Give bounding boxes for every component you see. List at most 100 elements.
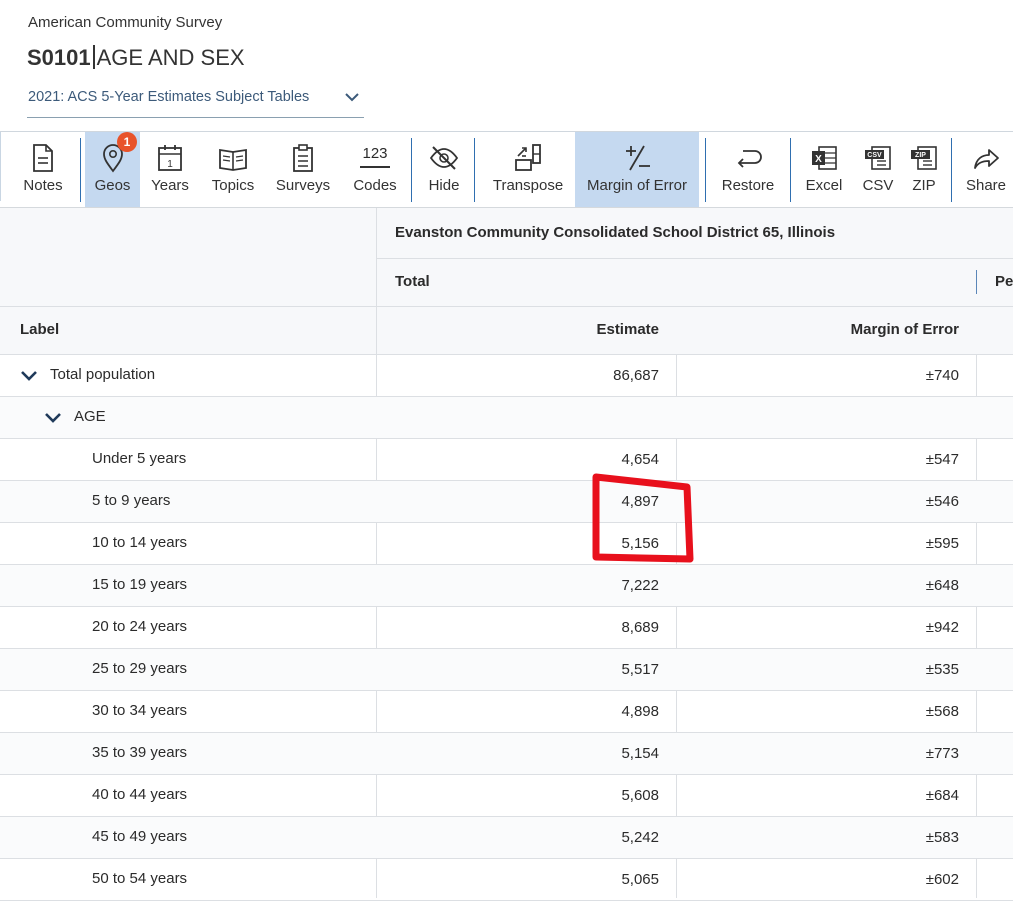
corner-header-bg bbox=[0, 208, 376, 306]
moe-cell: ±942 bbox=[925, 619, 959, 636]
chevron-down-icon bbox=[345, 93, 359, 102]
column-header-moe[interactable]: Margin of Error bbox=[776, 321, 959, 338]
row-label: 20 to 24 years bbox=[92, 618, 188, 635]
page-title: S0101 AGE AND SEX bbox=[27, 45, 245, 71]
share-icon bbox=[974, 149, 999, 169]
group-header-percent: Pe bbox=[995, 273, 1013, 290]
row-label: 30 to 34 years bbox=[92, 702, 188, 719]
moe-cell: ±568 bbox=[925, 703, 959, 720]
vintage-selector[interactable]: 2021: ACS 5-Year Estimates Subject Table… bbox=[27, 86, 364, 118]
header-divider bbox=[0, 354, 1013, 355]
row-label: 50 to 54 years bbox=[92, 870, 188, 887]
row-divider bbox=[0, 858, 1013, 859]
group-divider bbox=[976, 270, 977, 294]
toolbar-divider bbox=[790, 138, 791, 202]
row-label: 35 to 39 years bbox=[92, 744, 188, 761]
moe-cell: ±583 bbox=[925, 829, 959, 846]
annotation-highlight bbox=[592, 473, 694, 563]
row-label: 5 to 9 years bbox=[92, 492, 171, 509]
row-label: 15 to 19 years bbox=[92, 576, 188, 593]
zip-button[interactable]: ZIP ZIP bbox=[903, 132, 945, 207]
column-divider bbox=[376, 208, 377, 898]
moe-cell: ±684 bbox=[925, 787, 959, 804]
topics-label: Topics bbox=[211, 177, 255, 194]
row-label[interactable]: Total population bbox=[50, 366, 155, 383]
notes-button[interactable]: Notes bbox=[8, 132, 78, 207]
estimate-cell: 86,687 bbox=[613, 367, 659, 384]
table-header: American Community Survey S0101 AGE AND S… bbox=[0, 0, 1013, 131]
excel-button[interactable]: X Excel bbox=[800, 132, 848, 207]
row-label: Under 5 years bbox=[92, 450, 187, 467]
svg-text:ZIP: ZIP bbox=[915, 152, 926, 159]
codes-icon: 123 bbox=[360, 142, 390, 168]
header-divider bbox=[0, 306, 1013, 307]
data-table: Evanston Community Consolidated School D… bbox=[0, 207, 1013, 901]
moe-cell: ±648 bbox=[925, 577, 959, 594]
svg-text:X: X bbox=[815, 154, 822, 165]
row-divider bbox=[0, 690, 1013, 691]
row-divider bbox=[0, 522, 1013, 523]
margin-of-error-label: Margin of Error bbox=[586, 177, 688, 194]
transpose-button[interactable]: Transpose bbox=[486, 132, 570, 207]
row-divider bbox=[0, 438, 1013, 439]
moe-cell: ±773 bbox=[925, 745, 959, 762]
row-divider bbox=[0, 606, 1013, 607]
codes-label: Codes bbox=[353, 177, 397, 194]
restore-icon bbox=[737, 150, 762, 168]
estimate-cell: 5,154 bbox=[621, 745, 659, 762]
svg-text:1: 1 bbox=[167, 159, 173, 170]
clipboard-icon bbox=[293, 144, 313, 172]
transpose-icon bbox=[515, 144, 541, 171]
plus-minus-icon bbox=[626, 145, 650, 171]
restore-label: Restore bbox=[721, 177, 775, 194]
row-label[interactable]: AGE bbox=[74, 408, 106, 425]
header-divider bbox=[376, 258, 1013, 259]
eye-slash-icon bbox=[429, 146, 459, 170]
topics-button[interactable]: Topics bbox=[203, 132, 263, 207]
row-label: 40 to 44 years bbox=[92, 786, 188, 803]
book-icon bbox=[219, 148, 247, 171]
hide-label: Hide bbox=[428, 177, 460, 194]
csv-button[interactable]: CSV CSV bbox=[855, 132, 901, 207]
csv-icon: CSV bbox=[865, 146, 891, 170]
estimate-cell: 5,517 bbox=[621, 661, 659, 678]
table-id: S0101 bbox=[27, 45, 91, 70]
group-header-total: Total bbox=[395, 273, 430, 290]
column-header-estimate[interactable]: Estimate bbox=[476, 321, 659, 338]
estimate-cell: 4,654 bbox=[621, 451, 659, 468]
toolbar-divider bbox=[951, 138, 952, 202]
transpose-label: Transpose bbox=[492, 177, 564, 194]
estimate-cell: 5,608 bbox=[621, 787, 659, 804]
estimate-cell: 7,222 bbox=[621, 577, 659, 594]
codes-button[interactable]: 123 Codes bbox=[346, 132, 404, 207]
chevron-down-icon[interactable] bbox=[44, 412, 62, 424]
toolbar-divider bbox=[80, 138, 81, 202]
calendar-icon: 1 bbox=[158, 145, 182, 171]
share-label: Share bbox=[965, 177, 1007, 194]
zip-label: ZIP bbox=[912, 177, 936, 194]
surveys-button[interactable]: Surveys bbox=[270, 132, 336, 207]
excel-icon: X bbox=[812, 146, 837, 170]
toolbar-divider bbox=[474, 138, 475, 202]
excel-label: Excel bbox=[805, 177, 843, 194]
chevron-down-icon[interactable] bbox=[20, 370, 38, 382]
table-title: AGE AND SEX bbox=[96, 45, 245, 70]
estimate-cell: 8,689 bbox=[621, 619, 659, 636]
table-row-bg bbox=[0, 397, 1013, 438]
estimate-cell: 5,242 bbox=[621, 829, 659, 846]
surveys-label: Surveys bbox=[275, 177, 331, 194]
estimate-cell: 5,065 bbox=[621, 871, 659, 888]
share-button[interactable]: Share bbox=[960, 132, 1012, 207]
geos-count-badge: 1 bbox=[117, 132, 137, 152]
geography-header-bg bbox=[376, 208, 1013, 306]
hide-button[interactable]: Hide bbox=[417, 132, 471, 207]
moe-cell: ±595 bbox=[925, 535, 959, 552]
moe-cell: ±535 bbox=[925, 661, 959, 678]
svg-text:CSV: CSV bbox=[867, 152, 882, 159]
years-button[interactable]: 1 Years bbox=[143, 132, 197, 207]
restore-button[interactable]: Restore bbox=[713, 132, 783, 207]
geos-label: Geos bbox=[94, 177, 131, 194]
margin-of-error-button[interactable]: Margin of Error bbox=[575, 132, 699, 207]
estimate-cell: 4,898 bbox=[621, 703, 659, 720]
geography-header[interactable]: Evanston Community Consolidated School D… bbox=[395, 224, 835, 241]
